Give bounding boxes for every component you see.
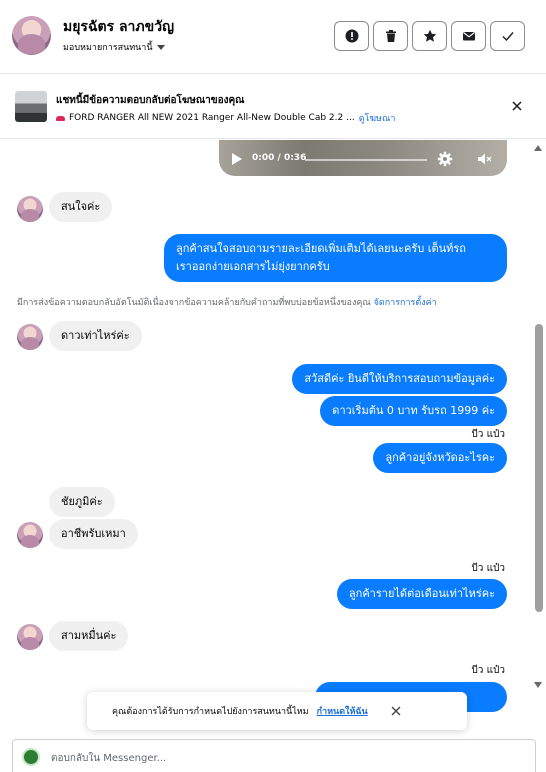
page-avatar-icon (22, 748, 40, 766)
incoming-message[interactable]: สนใจค่ะ (49, 192, 113, 222)
mark-unread-button[interactable] (451, 21, 486, 51)
alert-icon (345, 29, 358, 43)
contact-avatar[interactable] (17, 324, 43, 350)
contact-name[interactable]: มยุรฉัตร ลาภขวัญ (63, 16, 174, 38)
outgoing-message[interactable]: ลูกค้าสนใจสอบถามรายละเอียดเพิ่มเติมได้เล… (164, 234, 507, 282)
outgoing-message[interactable]: ลูกค้ารายได้ต่อเดือนเท่าไหร่คะ (336, 579, 507, 609)
ad-thumbnail[interactable] (15, 91, 47, 122)
contact-avatar[interactable] (17, 196, 43, 222)
incoming-message[interactable]: ชัยภูมิค่ะ (49, 487, 115, 517)
gear-icon[interactable] (437, 151, 453, 167)
video-progress-slider[interactable] (305, 159, 427, 161)
incoming-message[interactable]: สามหมื่นค่ะ (49, 621, 129, 651)
auto-reply-text: มีการส่งข้อความตอบกลับอัตโนมัติเนื่องจาก… (17, 298, 371, 308)
outgoing-message[interactable]: ดาวเริ่มต้น 0 บาท รับรถ 1999 ค่ะ (320, 396, 507, 426)
mark-spam-button[interactable] (334, 21, 369, 51)
ad-banner-title: แชทนี้มีข้อความตอบกลับต่อโฆษณาของคุณ (56, 95, 245, 106)
contact-avatar[interactable] (17, 522, 43, 548)
scroll-down-arrow[interactable] (534, 682, 542, 688)
assign-to-me-link[interactable]: กำหนดให้ฉัน (317, 704, 368, 718)
seen-by-label: บีว แป๋ว (471, 665, 505, 676)
avatar[interactable] (12, 16, 51, 55)
trash-icon (385, 30, 396, 42)
seen-by-label: บีว แป๋ว (471, 563, 505, 574)
view-ad-link[interactable]: ดูโฆษณา (359, 111, 396, 125)
video-time: 0:00 / 0:36 (252, 153, 307, 163)
auto-reply-notice: มีการส่งข้อความตอบกลับอัตโนมัติเนื่องจาก… (17, 295, 437, 309)
mark-done-button[interactable] (490, 21, 525, 51)
scroll-up-arrow[interactable] (534, 145, 542, 151)
header-actions (334, 21, 525, 51)
envelope-icon (462, 32, 475, 41)
toast-text: คุณต้องการได้รับการกำหนดไปยังการสนทนานี้… (112, 707, 309, 717)
ad-reply-banner: แชทนี้มีข้อความตอบกลับต่อโฆษณาของคุณ FOR… (0, 75, 546, 139)
message-thread[interactable]: 0:00 / 0:36 สนใจค่ะ ลูกค้าสนใจสอบถามรายล… (0, 140, 546, 736)
assign-toast: คุณต้องการได้รับการกำหนดไปยังการสนทนานี้… (87, 692, 467, 730)
incoming-message[interactable]: อาชีพรับเหมา (49, 519, 138, 549)
close-icon (512, 101, 522, 111)
mute-icon[interactable] (476, 151, 492, 167)
star-icon (423, 29, 436, 42)
ad-banner-subtitle: FORD RANGER All NEW 2021 Ranger All-New … (56, 111, 395, 125)
play-icon[interactable] (232, 153, 242, 165)
seen-by-label: บีว แป๋ว (471, 429, 505, 440)
incoming-message[interactable]: ดาวเท่าไหร่ค่ะ (49, 321, 142, 351)
video-player[interactable]: 0:00 / 0:36 (219, 140, 507, 176)
manage-settings-link[interactable]: จัดการการตั้งค่า (374, 298, 437, 308)
caret-down-icon (156, 44, 165, 50)
close-icon[interactable] (390, 705, 402, 717)
ad-name: FORD RANGER All NEW 2021 Ranger All-New … (69, 113, 355, 123)
star-button[interactable] (412, 21, 447, 51)
assign-conversation-dropdown[interactable]: มอบหมายการสนทนานี้ (63, 40, 165, 54)
reply-composer (12, 739, 536, 772)
message-line: ลูกค้าสนใจสอบถามรายละเอียดเพิ่มเติมได้เล… (176, 242, 466, 255)
close-banner-button[interactable] (509, 98, 525, 114)
car-icon (56, 115, 65, 121)
check-icon (502, 32, 514, 42)
reply-input[interactable] (51, 749, 521, 767)
outgoing-message[interactable]: สวัสดีค่ะ ยินดีให้บริการสอบถามข้อมูลค่ะ (292, 364, 507, 394)
message-line: เราออกง่ายเอกสารไม่ยุ่งยากครับ (176, 260, 330, 273)
scrollbar-thumb[interactable] (535, 324, 543, 612)
contact-avatar[interactable] (17, 624, 43, 650)
outgoing-message[interactable]: ลูกค้าอยู่จังหวัดอะไรคะ (373, 443, 507, 473)
assign-label: มอบหมายการสนทนานี้ (63, 43, 153, 53)
delete-button[interactable] (373, 21, 408, 51)
conversation-header: มยุรฉัตร ลาภขวัญ มอบหมายการสนทนานี้ (0, 0, 546, 74)
